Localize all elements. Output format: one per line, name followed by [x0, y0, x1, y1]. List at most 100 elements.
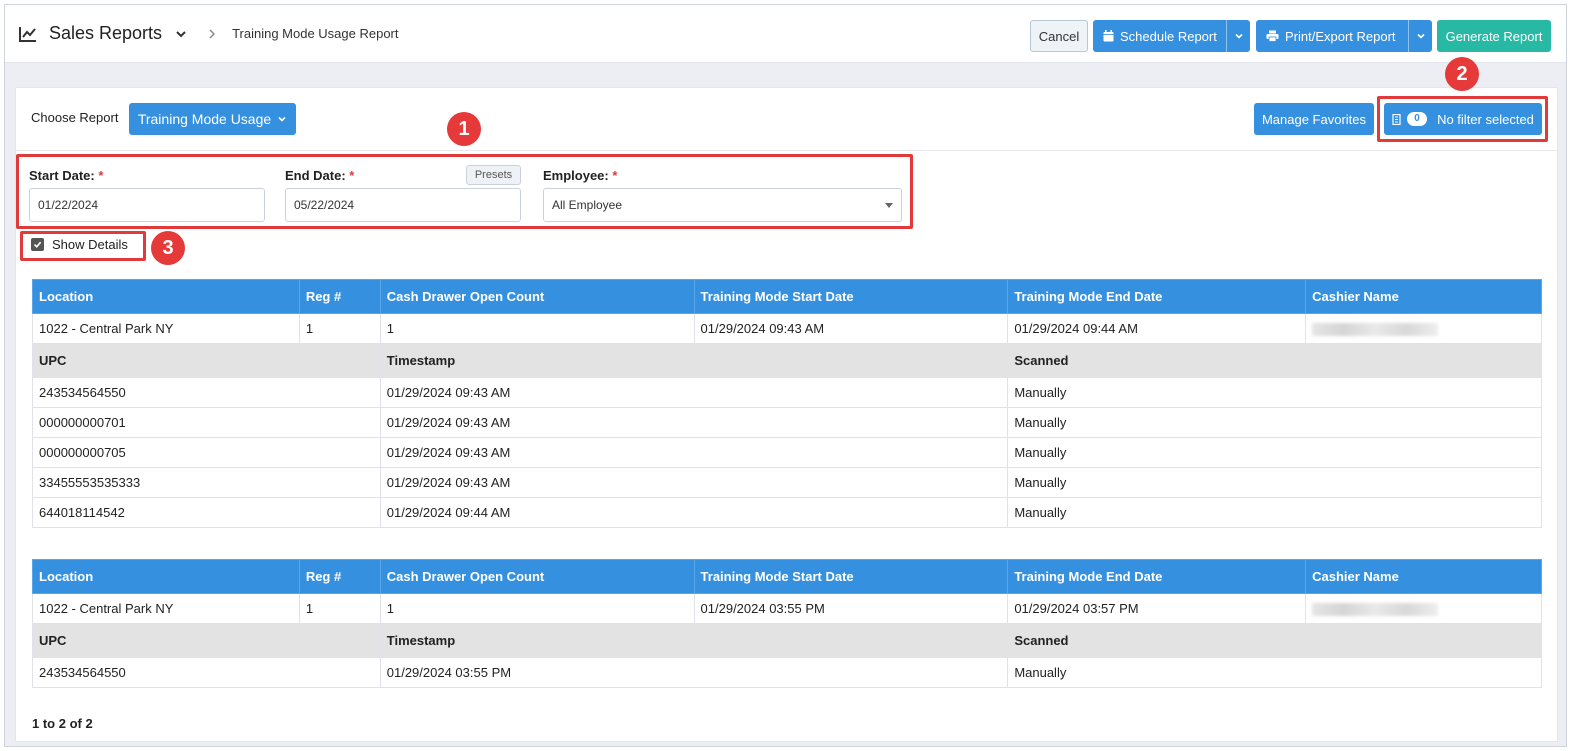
- column-header-drawer-count[interactable]: Cash Drawer Open Count: [379, 279, 695, 314]
- cell-upc: 644018114542: [32, 497, 381, 528]
- cell-timestamp: 01/29/2024 03:55 PM: [379, 657, 1009, 688]
- session-row: 1022 - Central Park NY 1 1 01/29/2024 09…: [32, 313, 1542, 344]
- detail-header-scanned: Scanned: [1007, 343, 1542, 378]
- cell-location: 1022 - Central Park NY: [32, 313, 300, 344]
- cell-upc: 33455553535333: [32, 467, 381, 498]
- chevron-down-icon[interactable]: [174, 27, 188, 41]
- report-window: Sales Reports Training Mode Usage Report…: [4, 4, 1567, 747]
- cell-upc: 000000000705: [32, 437, 381, 468]
- pagination-summary: 1 to 2 of 2: [32, 716, 93, 731]
- column-header-reg[interactable]: Reg #: [298, 279, 381, 314]
- annotation-box-1: [16, 154, 913, 229]
- cell-scanned: Manually: [1007, 467, 1542, 498]
- print-export-main[interactable]: Print/Export Report: [1256, 20, 1408, 52]
- detail-row: 000000000701 01/29/2024 09:43 AM Manuall…: [32, 407, 1542, 438]
- cell-cashier: [1305, 313, 1542, 344]
- chevron-right-icon: [209, 29, 216, 38]
- printer-icon: [1266, 30, 1279, 42]
- cell-scanned: Manually: [1007, 437, 1542, 468]
- session-row: 1022 - Central Park NY 1 1 01/29/2024 03…: [32, 593, 1542, 624]
- schedule-report-dropdown[interactable]: [1226, 20, 1250, 52]
- detail-header-upc: UPC: [32, 343, 381, 378]
- breadcrumb: Training Mode Usage Report: [232, 26, 399, 41]
- cell-scanned: Manually: [1007, 657, 1542, 688]
- title-area: Sales Reports Training Mode Usage Report: [19, 23, 399, 44]
- cell-end-date: 01/29/2024 09:44 AM: [1007, 313, 1307, 344]
- column-header-drawer-count[interactable]: Cash Drawer Open Count: [379, 559, 695, 594]
- report-type-dropdown[interactable]: Training Mode Usage: [129, 103, 296, 135]
- report-panel: Choose Report Training Mode Usage Manage…: [15, 57, 1558, 742]
- report-type-value: Training Mode Usage: [137, 111, 272, 127]
- cell-location: 1022 - Central Park NY: [32, 593, 300, 624]
- cell-start-date: 01/29/2024 09:43 AM: [693, 313, 1009, 344]
- cell-reg: 1: [298, 593, 381, 624]
- cell-timestamp: 01/29/2024 09:43 AM: [379, 407, 1009, 438]
- cell-upc: 243534564550: [32, 657, 381, 688]
- detail-row: 33455553535333 01/29/2024 09:43 AM Manua…: [32, 467, 1542, 498]
- blurred-cashier-name: [1312, 603, 1439, 617]
- cell-drawer-count: 1: [379, 593, 695, 624]
- divider: [16, 150, 1557, 151]
- cancel-button[interactable]: Cancel: [1030, 20, 1088, 52]
- calendar-icon: [1103, 30, 1114, 42]
- detail-row: 243534564550 01/29/2024 03:55 PM Manuall…: [32, 657, 1542, 688]
- chevron-down-icon: [1234, 33, 1243, 39]
- column-header-cashier[interactable]: Cashier Name: [1305, 279, 1542, 314]
- manage-favorites-button[interactable]: Manage Favorites: [1254, 103, 1374, 135]
- cell-upc: 000000000701: [32, 407, 381, 438]
- schedule-report-label: Schedule Report: [1120, 28, 1217, 44]
- cell-scanned: Manually: [1007, 497, 1542, 528]
- column-header-end-date[interactable]: Training Mode End Date: [1007, 559, 1307, 594]
- annotation-number-3: 3: [151, 231, 185, 265]
- detail-header-timestamp: Timestamp: [379, 343, 1009, 378]
- chevron-down-icon: [1416, 33, 1425, 39]
- detail-header-row: UPC Timestamp Scanned: [32, 343, 1542, 378]
- detail-header-row: UPC Timestamp Scanned: [32, 623, 1542, 658]
- print-export-dropdown[interactable]: [1408, 20, 1432, 52]
- column-header-start-date[interactable]: Training Mode Start Date: [693, 559, 1009, 594]
- column-header-end-date[interactable]: Training Mode End Date: [1007, 279, 1307, 314]
- column-header-start-date[interactable]: Training Mode Start Date: [693, 279, 1009, 314]
- table-header-row: Location Reg # Cash Drawer Open Count Tr…: [32, 279, 1542, 314]
- session-table-1: Location Reg # Cash Drawer Open Count Tr…: [32, 279, 1542, 528]
- table-header-row: Location Reg # Cash Drawer Open Count Tr…: [32, 559, 1542, 594]
- column-header-location[interactable]: Location: [32, 559, 300, 594]
- cell-start-date: 01/29/2024 03:55 PM: [693, 593, 1009, 624]
- column-header-cashier[interactable]: Cashier Name: [1305, 559, 1542, 594]
- generate-report-button[interactable]: Generate Report: [1437, 20, 1551, 52]
- column-header-reg[interactable]: Reg #: [298, 559, 381, 594]
- cell-timestamp: 01/29/2024 09:44 AM: [379, 497, 1009, 528]
- cell-timestamp: 01/29/2024 09:43 AM: [379, 467, 1009, 498]
- app-title: Sales Reports: [49, 23, 163, 43]
- line-chart-icon: [19, 26, 36, 42]
- cell-timestamp: 01/29/2024 09:43 AM: [379, 377, 1009, 408]
- column-header-location[interactable]: Location: [32, 279, 300, 314]
- detail-row: 000000000705 01/29/2024 09:43 AM Manuall…: [32, 437, 1542, 468]
- print-export-button[interactable]: Print/Export Report: [1256, 20, 1432, 52]
- top-bar: Sales Reports Training Mode Usage Report…: [5, 5, 1566, 63]
- print-export-label: Print/Export Report: [1285, 28, 1396, 44]
- cell-drawer-count: 1: [379, 313, 695, 344]
- schedule-report-button[interactable]: Schedule Report: [1093, 20, 1250, 52]
- cell-cashier: [1305, 593, 1542, 624]
- schedule-report-main[interactable]: Schedule Report: [1093, 20, 1226, 52]
- detail-header-upc: UPC: [32, 623, 381, 658]
- cell-scanned: Manually: [1007, 377, 1542, 408]
- cell-reg: 1: [298, 313, 381, 344]
- annotation-number-1: 1: [447, 112, 481, 146]
- detail-header-timestamp: Timestamp: [379, 623, 1009, 658]
- choose-report-label: Choose Report: [31, 110, 119, 125]
- chevron-down-icon: [278, 116, 286, 122]
- annotation-box-2: [1377, 96, 1548, 142]
- annotation-number-2: 2: [1445, 57, 1479, 91]
- annotation-box-3: [20, 231, 146, 261]
- detail-header-scanned: Scanned: [1007, 623, 1542, 658]
- cell-scanned: Manually: [1007, 407, 1542, 438]
- detail-row: 243534564550 01/29/2024 09:43 AM Manuall…: [32, 377, 1542, 408]
- detail-row: 644018114542 01/29/2024 09:44 AM Manuall…: [32, 497, 1542, 528]
- session-table-2: Location Reg # Cash Drawer Open Count Tr…: [32, 559, 1542, 688]
- blurred-cashier-name: [1312, 323, 1439, 337]
- cell-end-date: 01/29/2024 03:57 PM: [1007, 593, 1307, 624]
- cell-upc: 243534564550: [32, 377, 381, 408]
- cell-timestamp: 01/29/2024 09:43 AM: [379, 437, 1009, 468]
